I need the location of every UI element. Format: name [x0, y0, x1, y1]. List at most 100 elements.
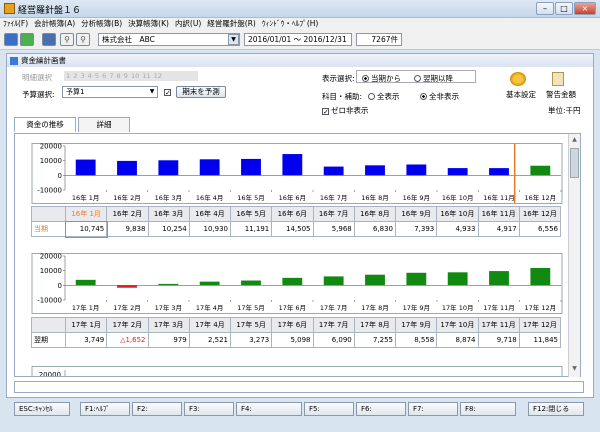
table-cell[interactable]: 8,558 — [394, 332, 438, 348]
table-cell[interactable]: 4,933 — [436, 221, 479, 237]
scroll-up-icon[interactable]: ▲ — [570, 136, 579, 145]
export-icon[interactable] — [20, 33, 34, 46]
menu-file[interactable]: ﾌｧｲﾙ(F) — [0, 18, 31, 30]
search-icon[interactable]: ⚲ — [60, 33, 74, 46]
fkey-f7[interactable]: F7: — [408, 402, 458, 416]
menu-settlement[interactable]: 決算帳簿(K) — [125, 18, 172, 30]
table-cell[interactable]: 3,273 — [229, 332, 273, 348]
table-cell[interactable]: 5,098 — [271, 332, 314, 348]
close-button[interactable]: × — [574, 2, 596, 15]
search-next-icon[interactable]: ⚲ — [76, 33, 90, 46]
fkey-f4[interactable]: F4: — [236, 402, 302, 416]
table-header-cell: 16年 7月 — [312, 206, 355, 222]
mail-icon[interactable] — [42, 33, 56, 46]
bar — [117, 160, 137, 176]
scroll-down-icon[interactable]: ▼ — [570, 365, 579, 374]
bar — [158, 160, 179, 176]
x-tick-label: 16年 3月 — [155, 193, 182, 202]
month-range-selector: 1 2 3 4 5 6 7 8 9 10 11 12 — [64, 71, 198, 81]
radio-next-period[interactable]: 翌期以降 — [414, 73, 453, 84]
table-cell[interactable]: 979 — [147, 332, 190, 348]
table-cell[interactable]: 2,521 — [188, 332, 232, 348]
fkey-f2[interactable]: F2: — [132, 402, 182, 416]
bar — [489, 271, 509, 286]
chevron-down-icon[interactable]: ▼ — [228, 34, 239, 45]
menu-window-help[interactable]: ｳｨﾝﾄﾞｳ・ﾍﾙﾌﾟ(H) — [259, 18, 322, 30]
x-tick-label: 17年 4月 — [196, 303, 223, 312]
table-cell[interactable]: 8,874 — [436, 332, 479, 348]
y-tick-label: 10000 — [40, 267, 62, 275]
minimize-button[interactable]: – — [536, 2, 554, 15]
predict-checkbox[interactable]: ✓ — [164, 87, 173, 97]
fkey-f12-close[interactable]: F12:閉じる — [528, 402, 584, 416]
table-header-cell: 17年 10月 — [436, 317, 479, 333]
x-tick-label: 17年 10月 — [442, 303, 474, 312]
table-header-cell: 16年 2月 — [106, 206, 149, 222]
table-cell[interactable]: 3,749 — [64, 332, 108, 348]
tab-detail[interactable]: 詳細 — [78, 117, 130, 132]
x-tick-label: 16年 1月 — [72, 193, 99, 202]
bar — [199, 159, 220, 176]
table-cell[interactable]: 9,718 — [477, 332, 520, 348]
company-select[interactable]: 株式会社 ABC — [98, 33, 240, 46]
current-period-chart: 20000 10000 0 -10000 16年 1月 16年 2月 16年 3月 16年 4… — [31, 143, 563, 204]
budget-select[interactable]: 予算1 — [62, 86, 158, 98]
table-cell[interactable]: 7,393 — [394, 221, 438, 237]
radio-show-all[interactable]: 全表示 — [368, 91, 400, 102]
table-cell[interactable]: △1,652 — [106, 332, 149, 348]
bar — [241, 280, 261, 286]
bar — [489, 168, 509, 176]
x-tick-label: 16年 12月 — [525, 193, 557, 202]
x-tick-label: 17年 2月 — [113, 303, 140, 312]
warning-icon[interactable] — [552, 72, 564, 86]
bar — [530, 267, 551, 286]
table-header-cell: 17年 5月 — [229, 317, 273, 333]
table-cell[interactable]: 10,930 — [188, 221, 232, 237]
menu-compass[interactable]: 経営羅針盤(R) — [204, 18, 259, 30]
x-tick-label: 16年 6月 — [279, 193, 306, 202]
zero-hide-checkbox[interactable]: ✓ ゼロ非表示 — [322, 105, 369, 116]
x-tick-label: 16年 11月 — [483, 193, 515, 202]
gear-icon[interactable] — [510, 72, 526, 86]
table-cell[interactable]: 5,968 — [312, 221, 355, 237]
bar — [158, 283, 179, 286]
menu-breakdown[interactable]: 内訳(U) — [172, 18, 204, 30]
table-cell[interactable]: 9,838 — [106, 221, 149, 237]
save-icon[interactable] — [4, 33, 18, 46]
fkey-esc-cancel[interactable]: ESC:ｷｬﾝｾﾙ — [14, 402, 70, 416]
fkey-f3[interactable]: F3: — [184, 402, 234, 416]
table-cell[interactable]: 11,845 — [518, 332, 562, 348]
bar — [282, 154, 303, 176]
table-cell[interactable]: 10,745 — [64, 220, 108, 238]
table-cell[interactable]: 10,254 — [147, 221, 190, 237]
warning-amount-button[interactable]: 警告金額 — [546, 89, 576, 100]
menu-analysis[interactable]: 分析帳簿(B) — [78, 18, 125, 30]
radio-hide-all[interactable]: 全非表示 — [420, 91, 459, 102]
table-cell[interactable]: 11,191 — [229, 221, 273, 237]
x-tick-label: 16年 2月 — [113, 193, 140, 202]
table-cell[interactable]: 6,090 — [312, 332, 355, 348]
radio-from-current[interactable]: 当期から — [362, 73, 401, 84]
bar — [530, 165, 551, 176]
subject-label: 科目・補助: — [322, 92, 363, 101]
table-cell[interactable]: 7,255 — [353, 332, 397, 348]
predict-end-button[interactable]: 期末を予測 — [176, 86, 226, 98]
chevron-down-icon[interactable]: ▼ — [147, 87, 157, 97]
bar — [406, 272, 427, 286]
fkey-f8[interactable]: F8: — [460, 402, 516, 416]
table-cell[interactable]: 6,556 — [518, 221, 562, 237]
scroll-thumb[interactable] — [570, 148, 579, 178]
menu-accounting[interactable]: 会計帳簿(A) — [31, 18, 78, 30]
table-cell[interactable]: 4,917 — [477, 221, 520, 237]
basic-settings-button[interactable]: 基本設定 — [506, 89, 536, 100]
table-header-cell: 17年 8月 — [353, 317, 397, 333]
table-cell[interactable]: 14,505 — [271, 221, 314, 237]
tab-fund-trend[interactable]: 資金の推移 — [14, 117, 76, 132]
fkey-f1-help[interactable]: F1:ﾍﾙﾌﾟ — [80, 402, 130, 416]
fkey-f6[interactable]: F6: — [356, 402, 406, 416]
fkey-f5[interactable]: F5: — [304, 402, 354, 416]
maximize-button[interactable]: □ — [555, 2, 573, 15]
table-header-cell: 17年 2月 — [106, 317, 149, 333]
table-cell[interactable]: 6,830 — [353, 221, 397, 237]
vertical-scrollbar[interactable]: ▲ ▼ — [568, 134, 580, 377]
